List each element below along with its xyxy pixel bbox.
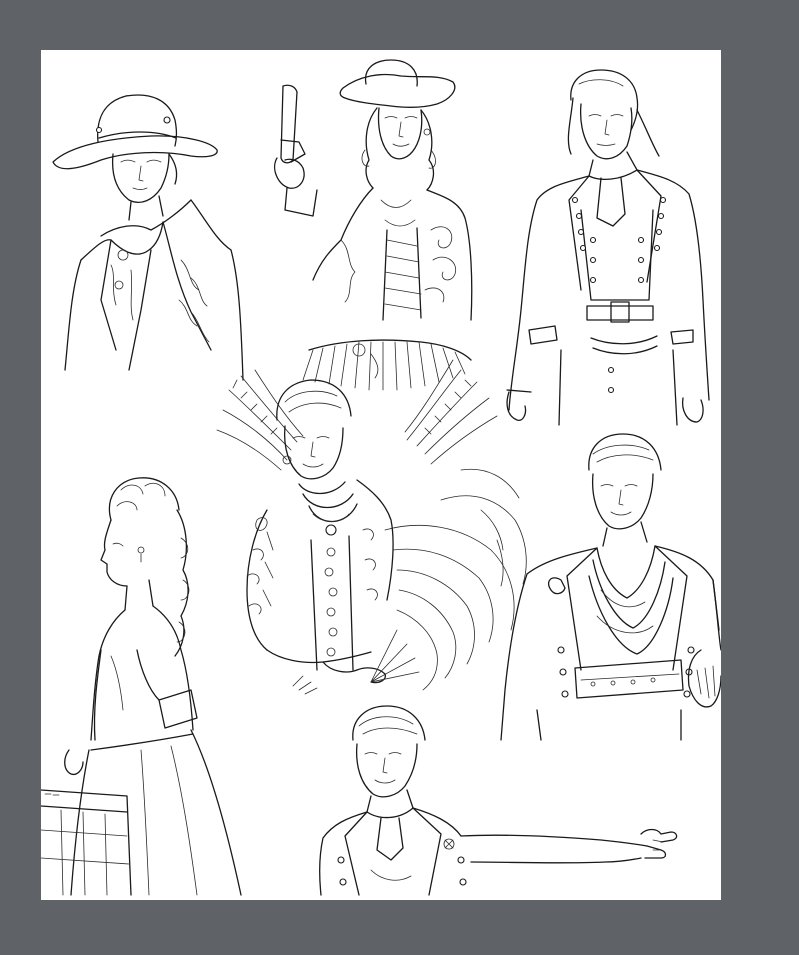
figure-coat-man-top [506, 69, 710, 426]
figure-pointing-man [319, 705, 678, 896]
figure-profile-woman [41, 477, 242, 896]
line-art-illustration [41, 59, 721, 896]
figure-scarf-man [500, 433, 721, 741]
figure-wheat-fan-woman [216, 359, 527, 695]
figure-cowgirl-pistol [274, 59, 473, 391]
app-window [0, 0, 799, 955]
figure-hat-woman [52, 94, 244, 381]
drawing-canvas[interactable] [41, 50, 721, 900]
